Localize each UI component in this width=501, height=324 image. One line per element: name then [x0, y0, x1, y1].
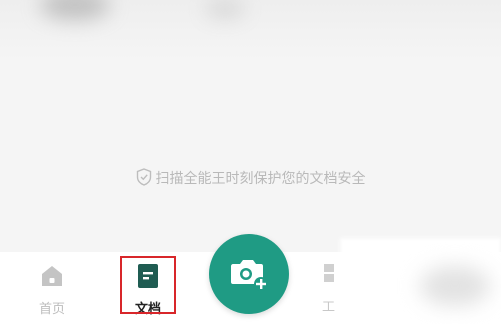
tab-home[interactable]: 首页 — [22, 264, 82, 317]
home-icon — [22, 264, 82, 292]
camera-plus-icon — [231, 260, 268, 291]
security-notice: 扫描全能王时刻保护您的文档安全 — [0, 168, 501, 190]
highlight-box — [120, 256, 176, 314]
shield-check-icon — [136, 168, 152, 190]
tools-icon — [322, 264, 338, 288]
camera-scan-button[interactable] — [209, 234, 289, 314]
app-screen: 扫描全能王时刻保护您的文档安全 首页 文档 工 — [0, 0, 501, 324]
blurred-overlay-blob — [420, 266, 490, 306]
tab-home-label: 首页 — [38, 302, 65, 317]
blurred-header-text — [205, 0, 245, 18]
security-notice-text: 扫描全能王时刻保护您的文档安全 — [155, 171, 366, 187]
